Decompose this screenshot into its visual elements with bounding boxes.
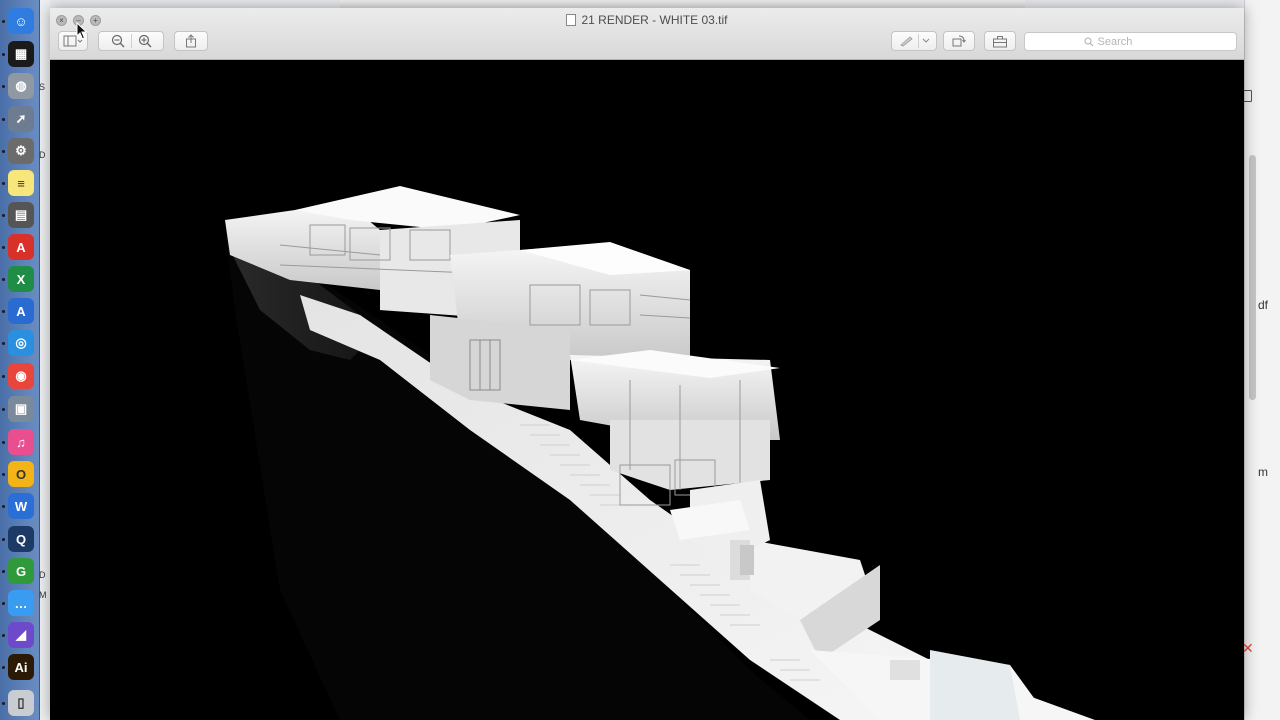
dock-finder-icon[interactable]: ☺ — [8, 8, 34, 34]
dock-running-indicator — [2, 85, 5, 88]
dock-launchpad-icon[interactable]: ➚ — [8, 106, 34, 132]
dock-running-indicator — [2, 182, 5, 185]
dock-disk-utility-icon[interactable]: ◍ — [8, 73, 34, 99]
desktop-gutter — [40, 0, 50, 720]
window-title-text: 21 RENDER - WHITE 03.tif — [581, 13, 728, 27]
architectural-render-image — [225, 186, 1095, 720]
dock-running-indicator — [2, 118, 5, 121]
toolbox-icon — [993, 35, 1007, 47]
dock-running-indicator — [2, 342, 5, 345]
dock-running-indicator — [2, 505, 5, 508]
background-text-fragment: M — [39, 590, 47, 600]
image-canvas[interactable] — [50, 60, 1244, 720]
toolbar-separator — [917, 34, 919, 48]
pen-icon — [899, 36, 913, 47]
titlebar: × – + 21 RENDER - WHITE 03.tif — [50, 8, 1244, 60]
mouse-cursor-icon — [76, 22, 88, 40]
dock-running-indicator — [2, 53, 5, 56]
dock-safari-icon[interactable]: ◎ — [8, 330, 34, 356]
dock-archicad-icon[interactable]: A — [8, 298, 34, 324]
dock-rhino-icon[interactable]: G — [8, 558, 34, 584]
dock-itunes-icon[interactable]: ♫ — [8, 429, 34, 455]
dock-running-indicator — [2, 666, 5, 669]
dock-quicktime-icon[interactable]: Q — [8, 526, 34, 552]
window-title: 21 RENDER - WHITE 03.tif — [50, 13, 1244, 27]
dock-running-indicator — [2, 214, 5, 217]
dock-mission-control-icon[interactable]: ▦ — [8, 41, 34, 67]
dock-running-indicator — [2, 20, 5, 23]
dock-running-indicator — [2, 570, 5, 573]
dock-running-indicator — [2, 246, 5, 249]
preview-window: × – + 21 RENDER - WHITE 03.tif — [50, 8, 1244, 720]
background-text-fragment: df — [1258, 298, 1269, 312]
rotate-button[interactable] — [943, 31, 975, 51]
dock-calculator-icon[interactable]: ▤ — [8, 202, 34, 228]
dock-running-indicator — [2, 408, 5, 411]
background-text-fragment: m — [1258, 465, 1268, 479]
dock-chrome-icon[interactable]: ◉ — [8, 363, 34, 389]
toolbar-separator — [130, 34, 132, 48]
dock-trash-icon[interactable]: ▯ — [8, 690, 34, 716]
dock-running-indicator — [2, 150, 5, 153]
dock-system-preferences-icon[interactable]: ⚙ — [8, 138, 34, 164]
share-icon — [186, 34, 196, 48]
background-text-fragment: S — [39, 82, 46, 92]
markup-button[interactable] — [891, 31, 937, 51]
dock-running-indicator — [2, 310, 5, 313]
toolbox-button[interactable] — [984, 31, 1016, 51]
chevron-down-icon — [922, 38, 929, 43]
dock-running-indicator — [2, 702, 5, 705]
zoom-control-group — [98, 31, 164, 51]
dock: ☺ ▦ ◍ ➚ ⚙ ≡ ▤ A X A ◎ ◉ ▣ ♫ O W Q G … ◢ Ai ▯ — [0, 0, 40, 720]
dock-app-badge-icon[interactable]: O — [8, 461, 34, 487]
dock-messages-icon[interactable]: … — [8, 590, 34, 616]
dock-notes-icon[interactable]: ≡ — [8, 170, 34, 196]
dock-running-indicator — [2, 375, 5, 378]
search-field[interactable] — [1024, 32, 1237, 51]
dock-running-indicator — [2, 473, 5, 476]
dock-acrobat-icon[interactable]: A — [8, 234, 34, 260]
share-button[interactable] — [174, 31, 208, 51]
dock-illustrator-icon[interactable]: Ai — [8, 654, 34, 680]
dock-running-indicator — [2, 538, 5, 541]
search-icon — [1084, 37, 1093, 46]
background-text-fragment: D — [39, 570, 46, 580]
dock-running-indicator — [2, 278, 5, 281]
zoom-in-icon[interactable] — [138, 34, 152, 48]
tif-file-icon — [566, 14, 577, 26]
dock-running-indicator — [2, 602, 5, 605]
zoom-out-icon[interactable] — [111, 34, 125, 48]
dock-excel-icon[interactable]: X — [8, 266, 34, 292]
dock-cinema-icon[interactable]: ◢ — [8, 622, 34, 648]
rotate-icon — [952, 35, 966, 47]
search-input[interactable] — [1097, 35, 1178, 48]
dock-running-indicator — [2, 634, 5, 637]
dock-running-indicator — [2, 441, 5, 444]
dock-image-capture-icon[interactable]: ▣ — [8, 396, 34, 422]
background-scrollbar[interactable] — [1249, 155, 1256, 400]
dock-word-icon[interactable]: W — [8, 493, 34, 519]
background-text-fragment: D — [39, 150, 46, 160]
